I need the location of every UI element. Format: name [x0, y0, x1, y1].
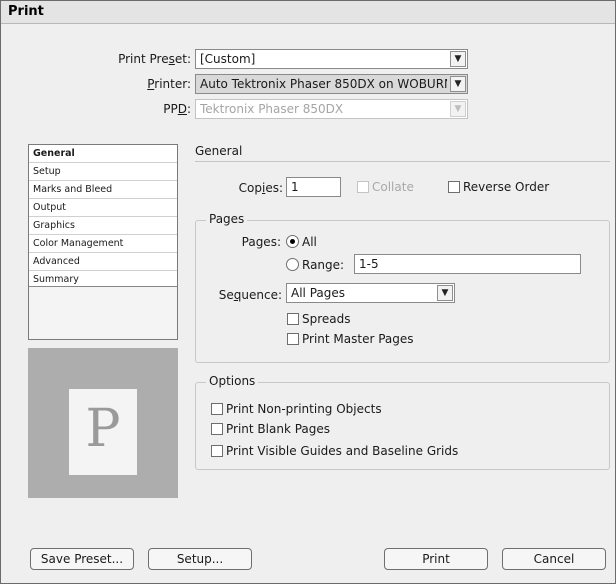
range-input[interactable]: 1-5	[354, 254, 581, 274]
radio-selected-dot	[290, 239, 295, 244]
copies-input[interactable]: 1	[286, 177, 341, 197]
sidebar-item-color-management[interactable]: Color Management	[29, 235, 177, 253]
collate-checkbox	[357, 181, 369, 193]
save-preset-button[interactable]: Save Preset...	[30, 548, 134, 570]
print-visible-guides-checkbox[interactable]	[211, 445, 223, 457]
pages-all-label: All	[302, 235, 317, 249]
cancel-button[interactable]: Cancel	[502, 548, 606, 570]
page-preview: P	[28, 348, 178, 498]
chevron-down-icon: ▼	[437, 285, 453, 301]
sidebar-item-setup[interactable]: Setup	[29, 163, 177, 181]
spreads-label: Spreads	[302, 312, 351, 326]
print-preset-value: [Custom]	[200, 52, 256, 66]
collate-label: Collate	[372, 180, 414, 194]
ppd-value: Tektronix Phaser 850DX	[200, 102, 344, 116]
category-list: General Setup Marks and Bleed Output Gra…	[28, 144, 178, 340]
reverse-order-checkbox[interactable]	[448, 181, 460, 193]
print-dialog: Print Print Preset: [Custom] ▼ Printer: …	[0, 0, 616, 584]
printer-select[interactable]: Auto Tektronix Phaser 850DX on WOBURN ▼	[195, 74, 468, 94]
preview-page: P	[69, 389, 137, 475]
copies-label: Copies:	[238, 181, 283, 195]
sidebar-item-advanced[interactable]: Advanced	[29, 253, 177, 271]
sidebar-item-output[interactable]: Output	[29, 199, 177, 217]
ppd-select: Tektronix Phaser 850DX ▼	[195, 99, 468, 119]
print-non-printing-checkbox[interactable]	[211, 403, 223, 415]
dialog-title: Print	[8, 4, 44, 19]
chevron-down-icon: ▼	[450, 101, 466, 117]
print-master-pages-label: Print Master Pages	[302, 332, 414, 346]
pages-all-radio[interactable]	[286, 235, 299, 248]
title-bar: Print	[1, 1, 615, 24]
spreads-checkbox[interactable]	[287, 313, 299, 325]
sequence-select[interactable]: All Pages ▼	[286, 283, 455, 303]
pages-group-title: Pages	[206, 212, 248, 226]
section-title: General	[195, 144, 243, 158]
sidebar-item-marks-and-bleed[interactable]: Marks and Bleed	[29, 181, 177, 199]
print-preset-label: Print Preset:	[118, 52, 191, 66]
print-button[interactable]: Print	[384, 548, 488, 570]
preview-glyph: P	[85, 399, 121, 459]
print-preset-select[interactable]: [Custom] ▼	[195, 49, 468, 69]
pages-range-label: Range:	[302, 258, 345, 272]
pages-label: Pages:	[241, 235, 281, 249]
ppd-label: PPD:	[163, 102, 191, 116]
reverse-order-label: Reverse Order	[463, 180, 550, 194]
printer-value: Auto Tektronix Phaser 850DX on WOBURN	[200, 77, 447, 91]
options-group-title: Options	[206, 374, 259, 388]
pages-range-radio[interactable]	[286, 258, 299, 271]
sequence-label: Sequence:	[218, 288, 282, 302]
chevron-down-icon: ▼	[450, 76, 466, 92]
sidebar-item-graphics[interactable]: Graphics	[29, 217, 177, 235]
print-blank-pages-checkbox[interactable]	[211, 423, 223, 435]
print-visible-guides-label: Print Visible Guides and Baseline Grids	[226, 444, 459, 458]
section-divider	[195, 161, 610, 162]
print-blank-pages-label: Print Blank Pages	[226, 422, 331, 436]
sidebar-item-general[interactable]: General	[29, 145, 177, 163]
sequence-value: All Pages	[291, 286, 345, 300]
sidebar-empty-area	[29, 286, 177, 339]
print-master-pages-checkbox[interactable]	[287, 333, 299, 345]
chevron-down-icon: ▼	[450, 51, 466, 67]
print-non-printing-label: Print Non-printing Objects	[226, 402, 382, 416]
printer-label: Printer:	[147, 77, 191, 91]
setup-button[interactable]: Setup...	[148, 548, 252, 570]
